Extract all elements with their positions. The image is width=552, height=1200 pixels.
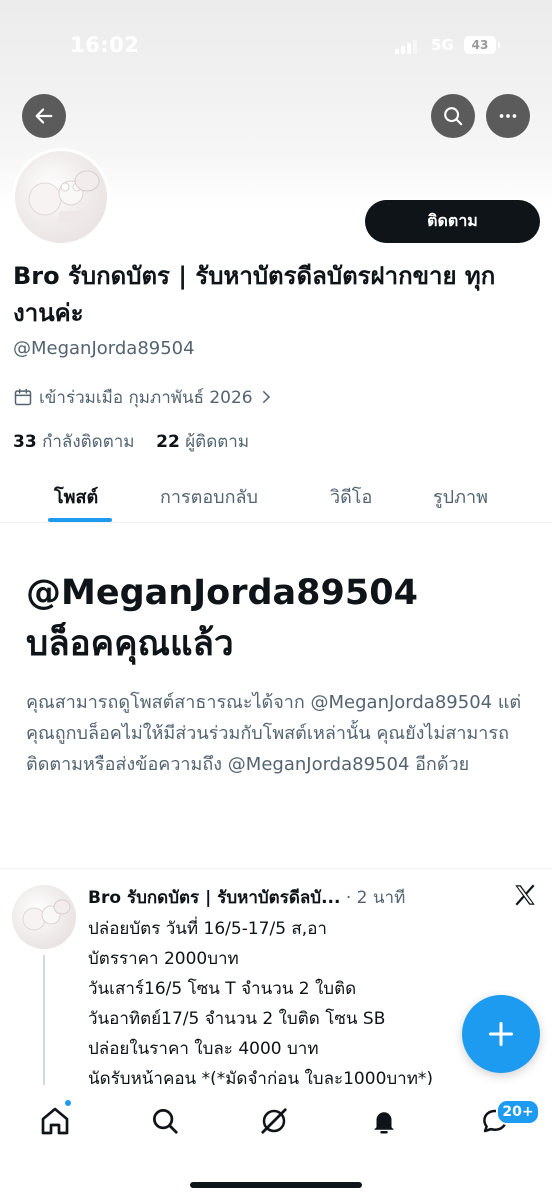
profile-display-name: Bro รับกดบัตร | รับหาบัตรดีลบัตรฝากขาย ท… — [13, 262, 496, 327]
signal-icon — [395, 38, 423, 54]
post-body[interactable]: ปล่อยบัตร วันที่ 16/5-17/5 ส,อา บัตรราคา… — [88, 914, 528, 1094]
follow-button[interactable]: ติดตาม — [365, 200, 540, 243]
avatar-image — [22, 899, 71, 931]
blocked-title-text: บล็อคคุณแล้ว — [26, 624, 234, 664]
notifications-icon — [374, 1112, 394, 1134]
post-header: Bro รับกดบัตร | รับหาบัตรดีลบั... · 2 นา… — [88, 884, 508, 911]
follow-stats: 33 กำลังติดตาม 22 ผู้ติดตาม — [13, 428, 249, 455]
followers-link[interactable]: 22 ผู้ติดตาม — [156, 432, 249, 452]
chevron-right-icon — [262, 391, 270, 403]
tab-photos[interactable]: รูปภาพ — [433, 482, 488, 511]
blocked-description: คุณสามารถดูโพสต์สาธารณะได้จาก @MeganJord… — [26, 692, 522, 775]
status-bar: 16:02 5G 43 — [0, 0, 552, 90]
profile-handle: @MeganJorda89504 — [13, 338, 195, 359]
blocked-title: @MeganJorda89504 บล็อคคุณแล้ว — [26, 568, 536, 670]
post-time: · 2 นาที — [345, 888, 406, 908]
joined-date[interactable]: เข้าร่วมเมือ กุมภาพันธ์ 2026 — [13, 385, 275, 409]
tab-posts[interactable]: โพสต์ — [54, 482, 98, 511]
thread-line — [43, 955, 45, 1085]
post-line: วันเสาร์16/5 โซน T จำนวน 2 ใบติด — [88, 979, 357, 999]
avatar-image — [28, 170, 100, 223]
grok-icon — [261, 1108, 287, 1134]
profile-avatar[interactable] — [12, 148, 110, 246]
network-label: 5G — [431, 36, 454, 54]
following-count: 33 — [13, 432, 37, 452]
calendar-icon — [14, 388, 32, 406]
tab-replies[interactable]: การตอบกลับ — [160, 482, 258, 511]
x-logo-icon — [515, 884, 535, 906]
more-button[interactable] — [486, 94, 530, 138]
home-icon — [41, 1107, 69, 1135]
compose-button[interactable] — [462, 995, 540, 1073]
back-button[interactable] — [22, 94, 66, 138]
followers-count: 22 — [156, 432, 180, 452]
plus-icon — [488, 1021, 514, 1047]
blocked-title-handle: @MeganJorda89504 — [26, 573, 418, 613]
divider — [0, 868, 552, 869]
nav-search[interactable] — [147, 1103, 183, 1139]
battery-icon: 43 — [464, 36, 500, 54]
post-author[interactable]: Bro รับกดบัตร | รับหาบัตรดีลบั... — [88, 888, 340, 908]
post-line: ปล่อยบัตร วันที่ 16/5-17/5 ส,อา — [88, 919, 327, 939]
followers-label: ผู้ติดตาม — [185, 432, 250, 452]
search-button[interactable] — [431, 94, 475, 138]
tab-indicator — [48, 518, 112, 522]
search-icon — [153, 1109, 178, 1134]
joined-text: เข้าร่วมเมือ กุมภาพันธ์ 2026 — [39, 387, 253, 408]
post-avatar[interactable] — [12, 885, 76, 949]
more-horizontal-icon — [499, 114, 517, 118]
status-time: 16:02 — [70, 33, 140, 57]
following-label: กำลังติดตาม — [42, 432, 135, 452]
search-icon — [444, 107, 463, 126]
nav-home[interactable] — [37, 1103, 73, 1139]
post-line: บัตรราคา 2000บาท — [88, 949, 239, 969]
nav-notifications[interactable] — [366, 1103, 402, 1139]
tab-videos[interactable]: วิดีโอ — [330, 482, 372, 511]
arrow-left-icon — [35, 108, 53, 124]
messages-badge: 20+ — [496, 1099, 540, 1125]
home-unread-dot — [65, 1100, 71, 1106]
nav-grok[interactable] — [256, 1103, 292, 1139]
following-link[interactable]: 33 กำลังติดตาม — [13, 432, 135, 452]
home-indicator — [190, 1182, 362, 1188]
profile-tabs: โพสต์ การตอบกลับ วิดีโอ รูปภาพ — [0, 468, 552, 523]
